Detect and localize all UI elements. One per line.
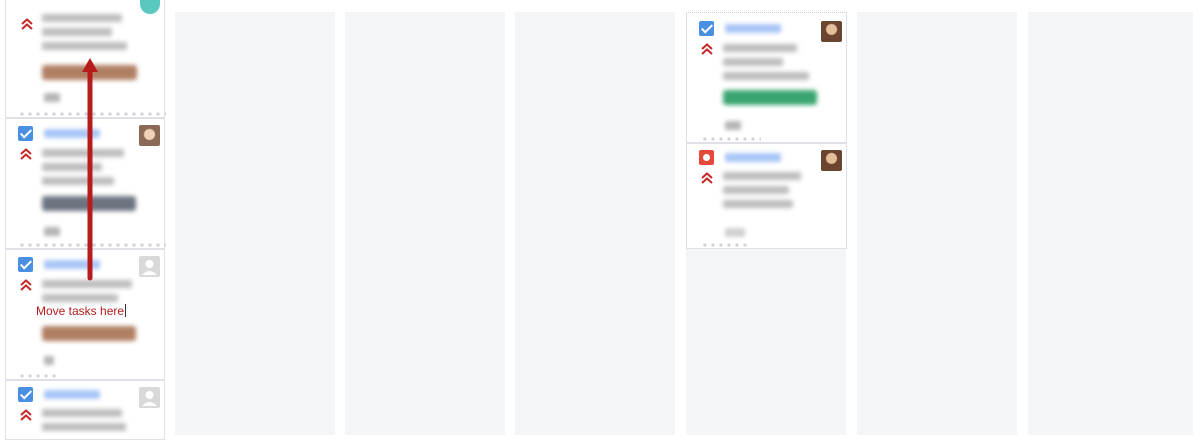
estimate-badge xyxy=(44,93,60,102)
highest-priority-icon xyxy=(20,148,32,160)
issue-summary xyxy=(723,200,793,208)
progress-dots xyxy=(701,137,761,141)
drag-hint-label: Move tasks here xyxy=(36,304,127,318)
check-icon xyxy=(18,126,33,141)
avatar xyxy=(140,0,160,14)
issue-summary xyxy=(42,294,118,302)
issue-key[interactable] xyxy=(44,390,100,399)
issue-summary xyxy=(723,172,801,180)
assignee-avatar[interactable] xyxy=(821,150,842,171)
progress-dots xyxy=(701,243,751,247)
issue-card[interactable] xyxy=(5,380,165,440)
check-icon xyxy=(18,387,33,402)
drag-hint-text: Move tasks here xyxy=(36,304,125,318)
estimate-badge xyxy=(44,356,54,365)
highest-priority-icon xyxy=(701,43,713,55)
issue-summary xyxy=(723,44,797,52)
issue-card[interactable] xyxy=(686,143,847,249)
issue-summary xyxy=(42,14,122,22)
highest-priority-icon xyxy=(20,279,32,291)
check-icon xyxy=(18,257,33,272)
issue-summary xyxy=(42,28,112,36)
issue-summary xyxy=(723,72,809,80)
check-icon xyxy=(699,21,714,36)
issue-summary xyxy=(42,423,126,431)
progress-dots xyxy=(18,374,58,378)
estimate-badge xyxy=(44,227,60,236)
issue-summary xyxy=(42,177,114,185)
text-caret xyxy=(125,304,127,317)
assignee-avatar[interactable] xyxy=(139,125,160,146)
board-column-7[interactable] xyxy=(1028,12,1193,435)
issue-summary xyxy=(42,42,127,50)
highest-priority-icon xyxy=(21,18,33,30)
issue-summary xyxy=(723,186,789,194)
epic-label[interactable] xyxy=(42,326,136,341)
issue-card[interactable] xyxy=(686,12,847,143)
issue-key[interactable] xyxy=(725,153,781,162)
highest-priority-icon xyxy=(701,172,713,184)
drag-hint-arrow-icon xyxy=(82,58,98,281)
assignee-avatar[interactable] xyxy=(821,21,842,42)
issue-summary xyxy=(42,409,122,417)
bug-icon xyxy=(699,150,714,165)
board-column-3[interactable] xyxy=(345,12,505,435)
board-column-6[interactable] xyxy=(857,12,1017,435)
board-column-4[interactable] xyxy=(515,12,675,435)
issue-key[interactable] xyxy=(725,24,781,33)
issue-summary xyxy=(723,58,783,66)
epic-label[interactable] xyxy=(723,90,817,105)
default-avatar-icon[interactable] xyxy=(139,256,160,277)
board-column-2[interactable] xyxy=(175,12,335,435)
highest-priority-icon xyxy=(20,409,32,421)
estimate-badge xyxy=(725,228,745,237)
default-avatar-icon[interactable] xyxy=(139,387,160,408)
estimate-badge xyxy=(725,121,741,130)
